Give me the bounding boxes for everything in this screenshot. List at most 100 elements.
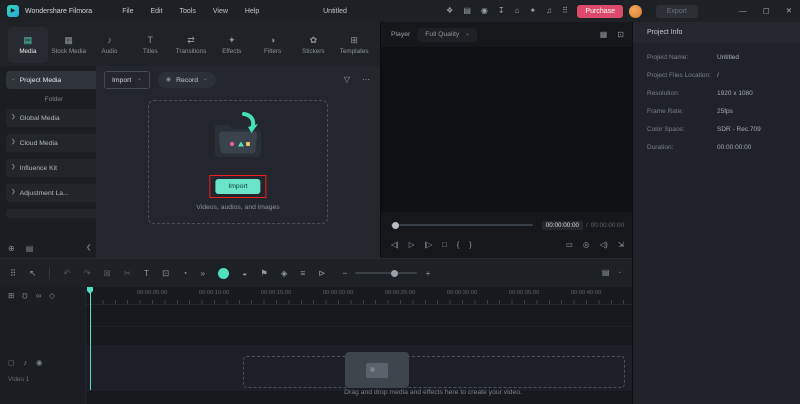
quality-dropdown[interactable]: Full Quality ⌄ xyxy=(418,28,477,42)
menu-edit[interactable]: Edit xyxy=(150,8,162,15)
avatar[interactable] xyxy=(629,5,642,18)
lock-track-icon[interactable]: ◻ xyxy=(8,359,14,367)
play-icon[interactable]: ▷ xyxy=(409,241,415,249)
screen-record-icon[interactable]: ◉ xyxy=(481,7,488,15)
tab-transitions[interactable]: ⇄ Transitions xyxy=(171,27,211,63)
menu-file[interactable]: File xyxy=(122,8,133,15)
split-icon[interactable]: ✂ xyxy=(124,269,131,278)
delete-icon[interactable]: ⊠ xyxy=(104,269,111,278)
record-dropdown[interactable]: ◉ Record ⌄ xyxy=(158,72,216,88)
fullscreen-icon[interactable]: ⇲ xyxy=(618,241,624,249)
tab-stock-media[interactable]: ▦ Stock Media xyxy=(49,27,89,63)
snapping-icon[interactable]: Ω xyxy=(22,292,28,300)
sidebar-item-global-media[interactable]: ❯ Global Media xyxy=(6,109,102,127)
link-clips-icon[interactable]: ∞ xyxy=(36,292,41,300)
home-icon[interactable]: ⌂ xyxy=(515,7,520,15)
render-preview-icon[interactable]: ⊳ xyxy=(318,269,325,278)
mark-in-icon[interactable]: { xyxy=(457,241,460,249)
maximize-button[interactable]: ▢ xyxy=(763,7,770,15)
timeline-content[interactable]: 00:00:05:00 00:00:10:00 00:00:15:00 00:0… xyxy=(86,287,632,404)
manage-tracks-icon[interactable]: ⊞ xyxy=(8,292,14,300)
compare-view-icon[interactable]: ▭ xyxy=(566,241,573,249)
track-layout-icon[interactable]: ▤ xyxy=(602,269,610,277)
tab-templates[interactable]: ⊞ Templates xyxy=(334,27,374,63)
select-tool-icon[interactable]: ↖ xyxy=(29,269,36,278)
timeline-ruler[interactable]: 00:00:05:00 00:00:10:00 00:00:15:00 00:0… xyxy=(86,287,632,305)
menu-view[interactable]: View xyxy=(213,8,228,15)
stickers-tab-icon: ✿ xyxy=(310,36,318,45)
more-tools-icon[interactable]: » xyxy=(200,269,205,278)
speaker-icon[interactable]: ◁) xyxy=(599,241,607,249)
filter-icon[interactable]: ▽ xyxy=(344,76,350,84)
sidebar-item-influence-kit[interactable]: ❯ Influence Kit xyxy=(6,159,102,177)
add-folder-icon[interactable]: ⊕ xyxy=(8,245,15,253)
tab-media[interactable]: ▤ Media xyxy=(8,27,48,63)
ruler-label: 00:00:40:00 xyxy=(555,290,617,296)
undo-icon[interactable]: ↶ xyxy=(63,269,70,278)
tab-audio[interactable]: ♪ Audio xyxy=(90,27,130,63)
import-button[interactable]: Import xyxy=(215,179,260,194)
export-button[interactable]: Export xyxy=(656,5,698,18)
learn-icon[interactable]: ✦ xyxy=(529,7,536,15)
folder-icon[interactable]: ▤ xyxy=(26,245,34,253)
voiceover-icon[interactable]: ◈ xyxy=(281,269,288,278)
purchase-button[interactable]: Purchase xyxy=(577,5,623,18)
tab-filters[interactable]: ◑ Filters xyxy=(253,27,293,63)
fit-screen-icon[interactable]: ⊡ xyxy=(617,31,624,39)
more-options-icon[interactable]: ⋯ xyxy=(362,76,370,84)
zoom-slider[interactable] xyxy=(355,272,417,274)
effects-tab-icon: ✦ xyxy=(228,36,236,45)
close-button[interactable]: ✕ xyxy=(786,7,792,15)
zoom-out-icon[interactable]: − xyxy=(342,269,347,278)
tab-stickers[interactable]: ✿ Stickers xyxy=(293,27,333,63)
download-icon[interactable]: ↧ xyxy=(498,7,505,15)
hide-track-icon[interactable]: ◉ xyxy=(36,359,43,367)
sidebar-item-cloud-media[interactable]: ❯ Cloud Media xyxy=(6,134,102,152)
seek-handle[interactable] xyxy=(392,222,399,229)
next-frame-icon[interactable]: |▷ xyxy=(425,241,433,249)
audio-mixer-icon[interactable]: ≡ xyxy=(300,269,305,278)
whiteboard-icon[interactable]: ▤ xyxy=(463,7,471,15)
tab-titles[interactable]: T Titles xyxy=(130,27,170,63)
library-tabs: ▤ Media ▦ Stock Media ♪ Audio T Titles ⇄… xyxy=(0,22,380,63)
previous-frame-icon[interactable]: ◁| xyxy=(391,241,399,249)
grid-overlay-icon[interactable]: ▦ xyxy=(600,31,608,39)
timeline-dropzone[interactable] xyxy=(243,356,625,388)
menu-tools[interactable]: Tools xyxy=(180,8,196,15)
snapshot-icon[interactable]: ◎ xyxy=(583,241,590,249)
mask-tool-icon[interactable]: ◒ xyxy=(242,269,247,278)
keyframe-icon[interactable]: ◇ xyxy=(49,292,55,300)
bell-icon[interactable]: ♫ xyxy=(546,7,552,15)
sidebar-item-adjustment-layer[interactable]: ❯ Adjustment La... xyxy=(6,184,102,202)
media-import-dropzone[interactable]: Import Videos, audios, and images xyxy=(148,100,328,224)
stop-icon[interactable]: □ xyxy=(442,241,447,249)
marker-icon[interactable]: ⚑ xyxy=(260,269,268,278)
filmora-window: ▶ Wondershare Filmora File Edit Tools Vi… xyxy=(0,0,800,404)
filmora-logo-icon: ▶ xyxy=(7,5,19,17)
crop-icon[interactable]: ⊡ xyxy=(162,269,169,278)
apps-grid-icon[interactable]: ⠿ xyxy=(562,7,568,15)
text-tool-icon[interactable]: T xyxy=(144,269,149,278)
mute-track-icon[interactable]: ♪ xyxy=(23,359,27,367)
playhead[interactable] xyxy=(90,287,91,390)
speed-icon[interactable]: ◔ xyxy=(182,269,187,278)
workspace-icon[interactable]: ⠿ xyxy=(10,269,16,278)
redo-icon[interactable]: ↷ xyxy=(83,269,90,278)
info-value: SDR - Rec.709 xyxy=(717,125,788,134)
sidebar-item-project-media[interactable]: ⌄ Project Media xyxy=(6,71,102,89)
minimize-button[interactable]: — xyxy=(739,7,747,15)
menu-help[interactable]: Help xyxy=(245,8,259,15)
collapse-panel-icon[interactable]: ❮ xyxy=(86,245,91,252)
mark-out-icon[interactable]: } xyxy=(469,241,472,249)
tab-effects[interactable]: ✦ Effects xyxy=(212,27,252,63)
zoom-in-icon[interactable]: + xyxy=(425,269,430,278)
track-lane[interactable] xyxy=(86,326,632,346)
sidebar-item-partial[interactable] xyxy=(6,209,102,218)
seek-slider[interactable] xyxy=(391,224,533,226)
gift-icon[interactable]: ❖ xyxy=(446,7,453,15)
zoom-slider-handle[interactable] xyxy=(391,270,398,277)
auto-ripple-toggle-icon[interactable] xyxy=(218,268,229,279)
chevron-down-icon[interactable]: ⌄ xyxy=(617,270,622,276)
track-lane[interactable] xyxy=(86,304,632,327)
import-dropdown[interactable]: Import ⌄ xyxy=(104,71,150,89)
